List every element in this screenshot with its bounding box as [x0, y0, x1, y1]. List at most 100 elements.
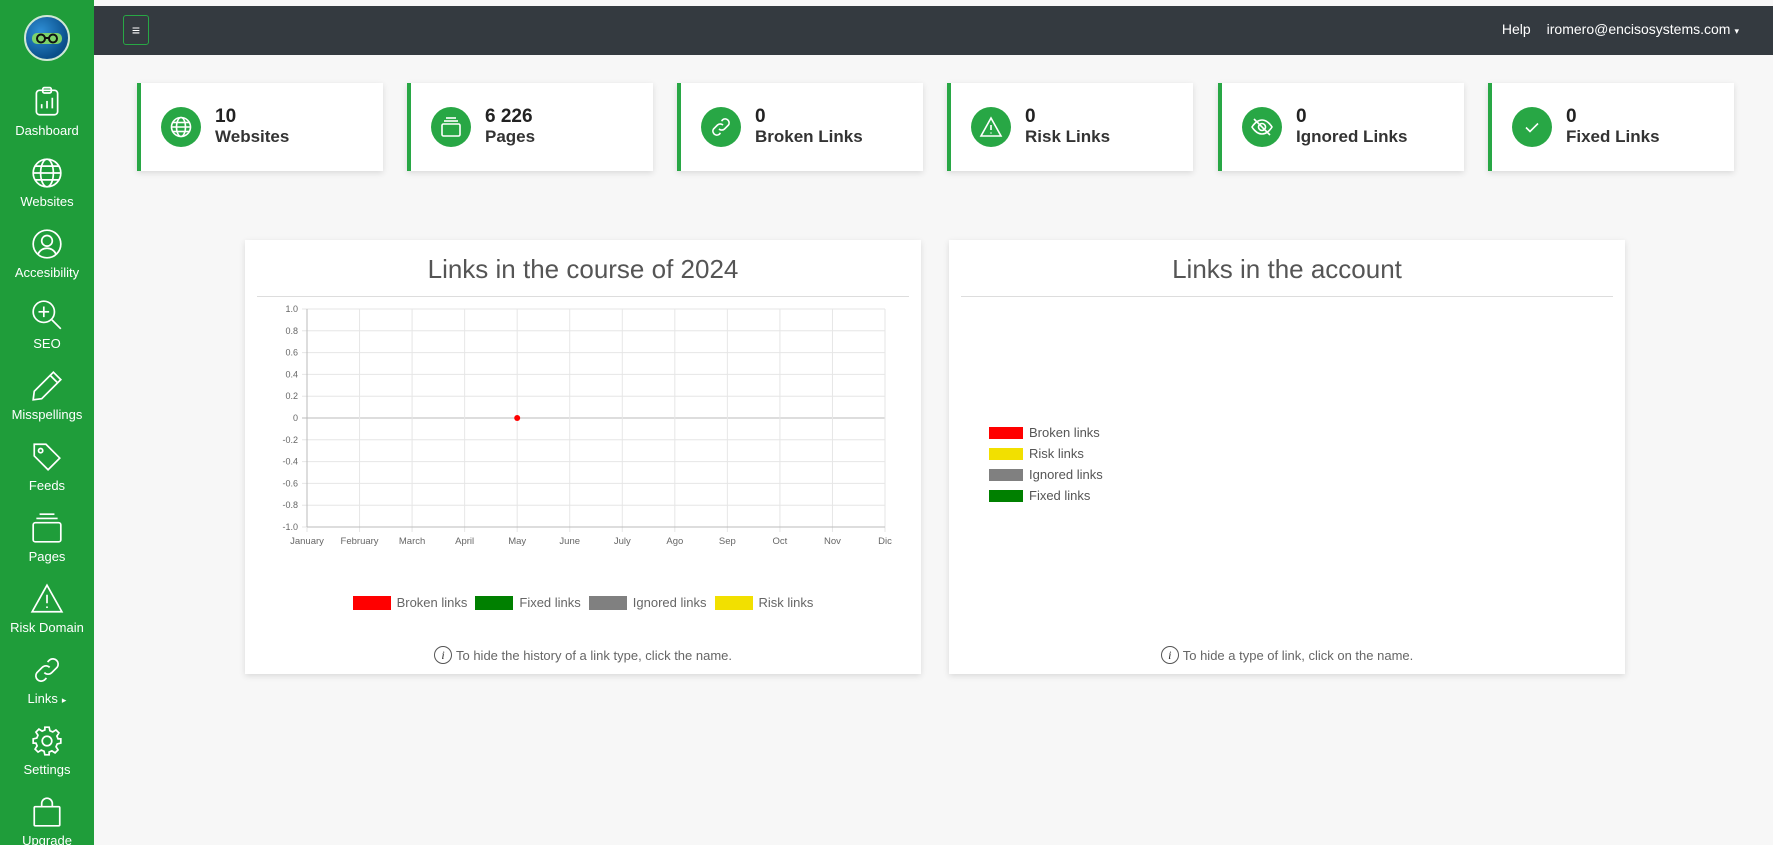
legend-swatch: [989, 447, 1023, 460]
check-icon: [1512, 107, 1552, 147]
globe-icon: [32, 158, 62, 188]
sidebar-item-links[interactable]: Links ▸: [0, 644, 94, 715]
x-tick-label: May: [508, 536, 526, 547]
panel-title: Links in the course of 2024: [427, 254, 739, 284]
app-logo[interactable]: [24, 15, 70, 61]
legend-swatch: [714, 595, 753, 610]
info-icon: i: [433, 646, 452, 664]
legend-label: Broken links: [396, 595, 468, 610]
stat-label: Risk Links: [1025, 127, 1111, 147]
panel-divider: [961, 296, 1613, 297]
link-icon: [701, 107, 741, 147]
y-tick-label: -1.0: [282, 522, 298, 532]
sidebar-item-seo[interactable]: SEO: [0, 289, 94, 360]
y-tick-label: 0: [293, 413, 298, 423]
sidebar-item-dashboard[interactable]: Dashboard: [0, 76, 94, 147]
stat-card-websites[interactable]: 10 Websites: [137, 83, 383, 171]
sidebar-item-settings[interactable]: Settings: [0, 715, 94, 786]
warning-icon: [30, 583, 64, 613]
legend-item-fixed-links[interactable]: Fixed links: [475, 595, 581, 610]
user-email: iromero@encisosystems.com: [1546, 21, 1731, 37]
legend-item-broken-links[interactable]: Broken links: [352, 595, 468, 610]
stat-value: 6 226: [485, 106, 533, 128]
sidebar-item-label: Misspellings: [11, 407, 83, 422]
sidebar-item-risk-domain[interactable]: Risk Domain: [0, 573, 94, 644]
sidebar-item-label: Links ▸: [27, 691, 67, 706]
stat-card-fixed-links[interactable]: 0 Fixed Links: [1488, 83, 1734, 171]
stat-card-risk-links[interactable]: 0 Risk Links: [947, 83, 1193, 171]
tag-icon: [33, 443, 61, 471]
legend-swatch: [352, 595, 391, 610]
logo-glasses-icon: [32, 33, 62, 44]
y-tick-label: -0.4: [282, 457, 298, 467]
link-icon: [35, 658, 59, 682]
y-tick-label: 0.6: [285, 348, 298, 358]
links-history-chart: 1.0 0.8 0.6 0.4 0.2 0 -0.2 -0.4 -0.6 -0.8 -1.0 Janu…: [282, 304, 892, 547]
eye-slash-icon: [1242, 107, 1282, 147]
stat-card-pages[interactable]: 6 226 Pages: [407, 83, 653, 171]
chevron-down-icon: ▾: [1734, 26, 1739, 36]
stat-card-broken-links[interactable]: 0 Broken Links: [677, 83, 923, 171]
x-tick-label: Nov: [824, 536, 841, 547]
legend-label: Fixed links: [1029, 488, 1091, 503]
zoom-in-icon: [32, 300, 62, 330]
help-link[interactable]: Help: [1502, 21, 1531, 37]
panel-note: i To hide a type of link, click on the n…: [949, 646, 1625, 664]
stat-label: Pages: [485, 127, 536, 147]
legend-item-broken-links[interactable]: Broken links: [989, 425, 1103, 440]
sidebar-item-pages[interactable]: Pages: [0, 502, 94, 573]
sidebar-item-websites[interactable]: Websites: [0, 147, 94, 218]
links-history-panel: Links in the course of 2024 1.0 0.8 0.6 0.4…: [245, 240, 921, 674]
legend-swatch: [475, 595, 514, 610]
topbar-right: Help iromero@encisosystems.com ▾: [1502, 21, 1739, 37]
sidebar-item-label: Upgrade: [22, 833, 72, 845]
info-icon: i: [1160, 646, 1179, 664]
x-tick-label: March: [399, 536, 425, 547]
legend-swatch: [989, 468, 1023, 481]
legend-item-risk-links[interactable]: Risk links: [989, 446, 1103, 461]
legend-item-risk-links[interactable]: Risk links: [714, 595, 813, 610]
data-point: [514, 415, 521, 421]
legend-label: Fixed links: [519, 595, 581, 610]
stat-value: 0: [1296, 106, 1307, 128]
x-tick-label: Sep: [719, 536, 736, 547]
links-caret-icon: ▸: [61, 695, 67, 705]
panel-note: i To hide the history of a link type, cl…: [245, 646, 921, 664]
dashboard-icon: [35, 86, 59, 116]
y-tick-label: 0.8: [285, 326, 298, 336]
sidebar-item-misspellings[interactable]: Misspellings: [0, 360, 94, 431]
y-tick-label: 0.2: [285, 391, 298, 401]
sidebar-item-label: Feeds: [28, 478, 66, 493]
stat-label: Websites: [215, 127, 290, 147]
menu-toggle-button[interactable]: ≡: [123, 15, 149, 45]
legend-item-fixed-links[interactable]: Fixed links: [989, 488, 1103, 503]
x-tick-label: July: [614, 536, 631, 547]
top-navbar: ≡ Help iromero@encisosystems.com ▾: [94, 6, 1773, 55]
links-account-panel: Links in the account Broken links Risk l…: [949, 240, 1625, 674]
legend-label: Broken links: [1029, 425, 1100, 440]
x-tick-label: February: [341, 536, 379, 547]
sidebar-item-upgrade[interactable]: Upgrade: [0, 786, 94, 845]
stat-card-ignored-links[interactable]: 0 Ignored Links: [1218, 83, 1464, 171]
user-menu[interactable]: iromero@encisosystems.com ▾: [1547, 21, 1739, 37]
sidebar-item-accesibility[interactable]: Accesibility: [0, 218, 94, 289]
sidebar-item-feeds[interactable]: Feeds: [0, 431, 94, 502]
collection-icon: [32, 513, 62, 543]
legend-item-ignored-links[interactable]: Ignored links: [588, 595, 707, 610]
warning-icon: [971, 107, 1011, 147]
sidebar: Dashboard Websites Accesibility SEO Miss…: [0, 0, 94, 845]
x-tick-label: Oct: [773, 536, 788, 547]
sidebar-item-label: SEO: [33, 336, 61, 351]
sidebar-item-label: Pages: [28, 549, 66, 564]
legend-label: Ignored links: [632, 595, 707, 610]
y-tick-label: -0.6: [282, 478, 298, 488]
sidebar-item-label: Settings: [23, 762, 71, 777]
legend-item-ignored-links[interactable]: Ignored links: [989, 467, 1103, 482]
stat-label: Ignored Links: [1296, 127, 1408, 147]
x-tick-label: June: [559, 536, 580, 547]
sidebar-item-label: Risk Domain: [10, 620, 84, 635]
stat-value: 10: [215, 106, 237, 128]
stat-label: Fixed Links: [1566, 127, 1660, 147]
stat-value: 0: [1566, 106, 1577, 128]
stat-label: Broken Links: [755, 127, 863, 147]
